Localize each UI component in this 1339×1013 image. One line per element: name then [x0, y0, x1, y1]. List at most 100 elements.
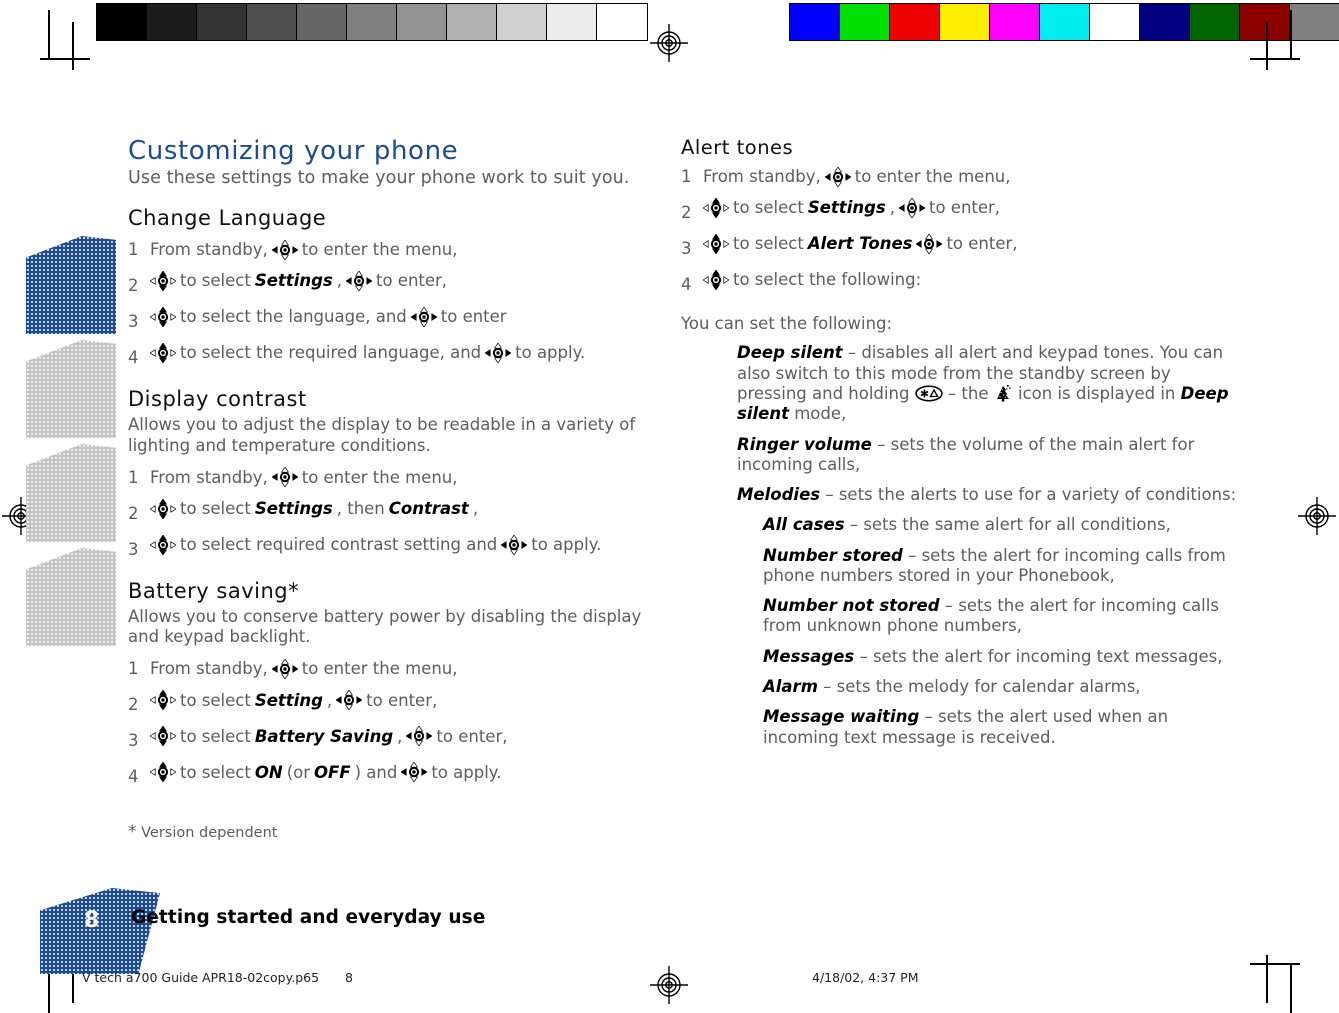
step-item: 1 From standby, to enter the menu, — [128, 653, 673, 684]
step-text: to select — [180, 690, 251, 710]
option-term: Melodies — [737, 485, 821, 505]
star-key-icon: ✱ — [914, 385, 943, 402]
step-number: 3 — [128, 312, 139, 332]
footnote: * Version dependent — [128, 822, 277, 842]
nav-key-vertical-icon — [150, 726, 176, 747]
option-item: Number stored – sets the alert for incom… — [681, 546, 1241, 587]
step-body: to select Settings , then Contrast , — [150, 493, 478, 524]
crop-mark-bottom-right — [1240, 945, 1300, 1013]
nav-key-horizontal-icon — [401, 762, 428, 783]
step-number: 4 — [681, 275, 692, 295]
nav-key-vertical-icon — [150, 534, 176, 555]
nav-key-horizontal-icon — [410, 307, 437, 328]
step-text: – sets the alert for incoming text messa… — [859, 646, 1223, 666]
emphasised-term: ON — [254, 762, 283, 782]
option-term: Message waiting — [763, 707, 920, 727]
section-steps: 1 From standby, to enter the menu, 2 to s… — [128, 234, 673, 373]
step-text: , — [472, 498, 479, 518]
step-text: , — [326, 690, 333, 710]
option-term: Number stored — [763, 545, 903, 565]
step-text: to enter the menu, — [854, 167, 1011, 186]
step-text: – sets the same alert for all conditions… — [849, 515, 1171, 535]
option-item: Number not stored – sets the alert for i… — [681, 596, 1241, 637]
option-term: Messages — [763, 646, 855, 666]
section-heading: Display contrast — [128, 387, 307, 412]
emphasised-term: Settings — [254, 498, 333, 518]
step-text: From standby, — [703, 167, 821, 186]
step-item: 2 to select Settings , to enter, — [128, 265, 673, 301]
step-number: 2 — [681, 203, 692, 223]
step-text: to select — [180, 762, 251, 782]
emphasised-term: OFF — [314, 762, 351, 782]
calibration-swatch — [197, 4, 247, 40]
print-filename: V tech a700 Guide APR18-02copy.p65 — [82, 970, 320, 985]
step-item: 2 to select Settings , then Contrast , — [128, 493, 673, 529]
step-text: to enter the menu, — [301, 240, 458, 259]
calibration-swatch — [1190, 4, 1240, 40]
crop-mark-top-right — [1240, 10, 1300, 70]
nav-key-vertical-icon — [703, 234, 729, 255]
nav-key-horizontal-icon — [485, 343, 512, 364]
step-text: to apply. — [515, 343, 586, 363]
emphasised-term: Setting — [254, 690, 323, 710]
nav-key-vertical-icon — [150, 271, 176, 292]
step-text: , — [889, 198, 895, 218]
step-body: From standby, to enter the menu, — [150, 653, 458, 684]
step-text: to select the following: — [733, 270, 922, 290]
step-text: to enter, — [436, 726, 508, 746]
step-text: to select the language, and — [180, 307, 407, 327]
step-text: mode, — [794, 404, 847, 424]
footnote-text: Version dependent — [141, 825, 278, 841]
calibration-swatch — [447, 4, 497, 40]
grayscale-calibration-strip — [96, 3, 648, 41]
option-item: Melodies – sets the alerts to use for a … — [681, 485, 1241, 505]
step-text: to select — [180, 271, 251, 291]
step-number: 1 — [128, 659, 139, 679]
section-intro: Allows you to conserve battery power by … — [128, 607, 642, 647]
registration-mark-bottom — [650, 966, 688, 1004]
step-text: to enter, — [946, 234, 1018, 254]
calibration-swatch — [497, 4, 547, 40]
section-intro: Allows you to adjust the display to be r… — [128, 415, 636, 455]
step-text: to enter, — [928, 198, 1001, 218]
option-term: Number not stored — [763, 596, 940, 616]
nav-key-horizontal-icon — [824, 166, 851, 187]
step-text: to select required contrast setting and — [180, 535, 498, 554]
option-item: Ringer volume – sets the volume of the m… — [681, 435, 1241, 476]
step-item: 4 to select the required language, and t… — [128, 337, 673, 373]
step-text: , — [336, 271, 342, 291]
nav-key-vertical-icon — [150, 307, 176, 328]
step-item: 1 From standby, to enter the menu, — [128, 462, 673, 493]
alert-tones-options: Deep silent – disables all alert and key… — [681, 343, 1241, 748]
option-item: Alarm – sets the melody for calendar ala… — [681, 677, 1241, 697]
step-body: to select the following: — [703, 264, 921, 295]
step-number: 4 — [128, 348, 139, 368]
nav-key-vertical-icon — [703, 198, 729, 219]
step-number: 2 — [128, 695, 139, 715]
emphasised-term: Alert Tones — [807, 234, 913, 254]
calibration-swatch — [297, 4, 347, 40]
option-item: Message waiting – sets the alert used wh… — [681, 707, 1241, 748]
calibration-swatch — [97, 4, 147, 40]
section-steps: 1 From standby, to enter the menu, 2 to s… — [128, 653, 673, 792]
step-body: From standby, to enter the menu, — [150, 462, 458, 493]
calibration-swatch — [347, 4, 397, 40]
step-body: to select Alert Tones to enter, — [703, 228, 1018, 259]
page-lead: Use these settings to make your phone wo… — [128, 168, 630, 188]
alert-tones-steps: 1 From standby, to enter the menu, 2 to s… — [681, 161, 1241, 300]
step-text: From standby, — [150, 659, 268, 679]
footnote-marker: * — [128, 822, 137, 842]
calibration-swatch — [397, 4, 447, 40]
nav-key-horizontal-icon — [345, 271, 372, 292]
step-text: From standby, — [150, 240, 268, 259]
step-text: to select — [180, 726, 251, 746]
step-item: 3 to select Battery Saving , to enter, — [128, 721, 673, 757]
step-item: 4 to select ON (or OFF ) and to apply. — [128, 757, 673, 793]
emphasised-term: Contrast — [388, 498, 469, 518]
left-sections: Change Language 1 From standby, to enter t… — [128, 206, 673, 793]
option-item: Deep silent – disables all alert and key… — [681, 343, 1241, 424]
right-column: Alert tones 1 From standby, to enter the … — [681, 136, 1241, 758]
calibration-swatch — [840, 4, 890, 40]
margin-tab-active — [26, 236, 116, 334]
step-text: – the — [947, 383, 989, 403]
